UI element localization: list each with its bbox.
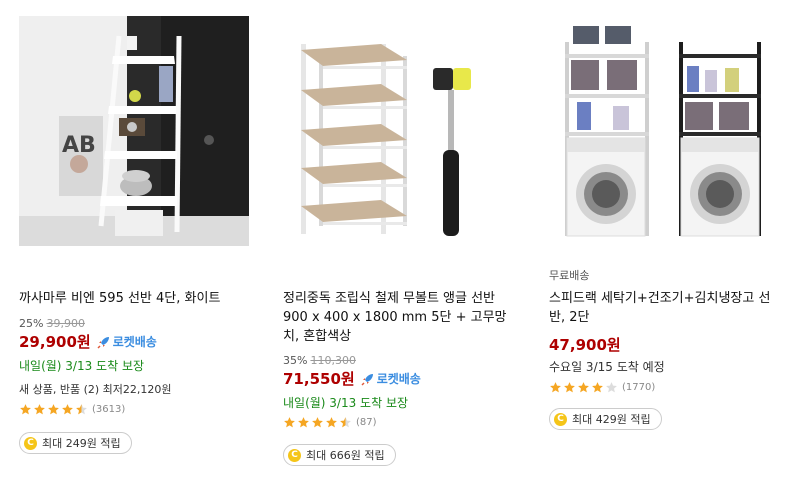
star-icon [20,404,31,415]
star-icon [592,382,603,393]
sale-price: 47,900원 [549,336,621,354]
rocket-delivery-badge: 로켓배송 [361,370,421,387]
product-image[interactable]: AB [19,16,249,246]
star-icon [62,404,73,415]
product-title[interactable]: 까사마루 비엔 595 선반 4단, 화이트 [19,289,255,308]
original-price: 110,300 [310,354,356,367]
product-title[interactable]: 스피드랙 세탁기+건조기+김치냉장고 선반, 2단 [549,289,785,327]
svg-text:AB: AB [62,133,96,158]
star-rating [549,381,619,394]
price-row: 47,900원 [549,334,621,355]
arrival-date: 내일(월) 3/13 도착 보장 [19,359,145,373]
rocket-delivery-badge: 로켓배송 [97,333,157,350]
star-icon [606,382,617,393]
original-price: 39,900 [46,317,85,330]
arrival-date: 수요일 3/15 도착 예정 [549,360,665,374]
star-icon [550,382,561,393]
discount-row: 35% 110,300 [283,354,356,367]
rocket-icon [97,336,109,349]
washer-shelf-photo [549,16,779,246]
coin-icon: C [554,412,567,426]
rocket-icon [361,373,373,386]
price-row: 29,900원 로켓배송 [19,331,157,352]
product-image[interactable] [549,16,779,246]
other-sellers-link[interactable]: 새 상품, 반품 (2) 최저22,120원 [19,381,172,397]
star-icon [298,417,309,428]
review-count: (3613) [92,404,126,415]
star-icon [326,417,337,428]
review-count: (1770) [622,382,656,393]
coin-icon: C [288,448,301,462]
reward-label: 최대 666원 적립 [306,449,385,462]
rocket-label: 로켓배송 [376,372,421,386]
product-card[interactable]: 정리중독 조립식 철제 무볼트 앵글 선반 900 x 400 x 1800 m… [283,0,528,484]
rating-row: (1770) [549,381,655,394]
reward-label: 최대 429원 적립 [572,413,651,426]
reward-badge: C 최대 429원 적립 [549,408,662,430]
reward-label: 최대 249원 적립 [42,437,121,450]
star-icon [578,382,589,393]
product-image[interactable] [283,16,513,246]
rocket-label: 로켓배송 [112,335,157,349]
price-row: 71,550원 로켓배송 [283,368,421,389]
star-icon [340,417,351,428]
product-title[interactable]: 정리중독 조립식 철제 무볼트 앵글 선반 900 x 400 x 1800 m… [283,289,519,346]
star-rating [283,416,353,429]
star-icon [284,417,295,428]
star-icon [48,404,59,415]
ladder-shelf-photo: AB [19,16,249,246]
star-rating [19,403,89,416]
coin-icon: C [24,436,37,450]
star-icon [34,404,45,415]
reward-badge: C 최대 249원 적립 [19,432,132,454]
free-shipping-label: 무료배송 [549,269,590,282]
product-card[interactable]: 무료배송 스피드랙 세탁기+건조기+김치냉장고 선반, 2단 47,900원 수… [549,0,789,484]
sale-price: 29,900원 [19,333,91,351]
discount-percent: 35% [283,354,308,367]
star-icon [564,382,575,393]
rating-row: (87) [283,416,377,429]
sale-price: 71,550원 [283,370,355,388]
rating-row: (3613) [19,403,125,416]
discount-percent: 25% [19,317,44,330]
product-card[interactable]: AB 까사마루 비엔 595 선반 4단, 화이트 25% 39,900 29,9… [19,0,264,484]
star-icon [76,404,87,415]
arrival-date: 내일(월) 3/13 도착 보장 [283,396,409,410]
review-count: (87) [356,417,377,428]
metal-shelf-hammer-photo [283,16,513,246]
discount-row: 25% 39,900 [19,317,85,330]
reward-badge: C 최대 666원 적립 [283,444,396,466]
star-icon [312,417,323,428]
